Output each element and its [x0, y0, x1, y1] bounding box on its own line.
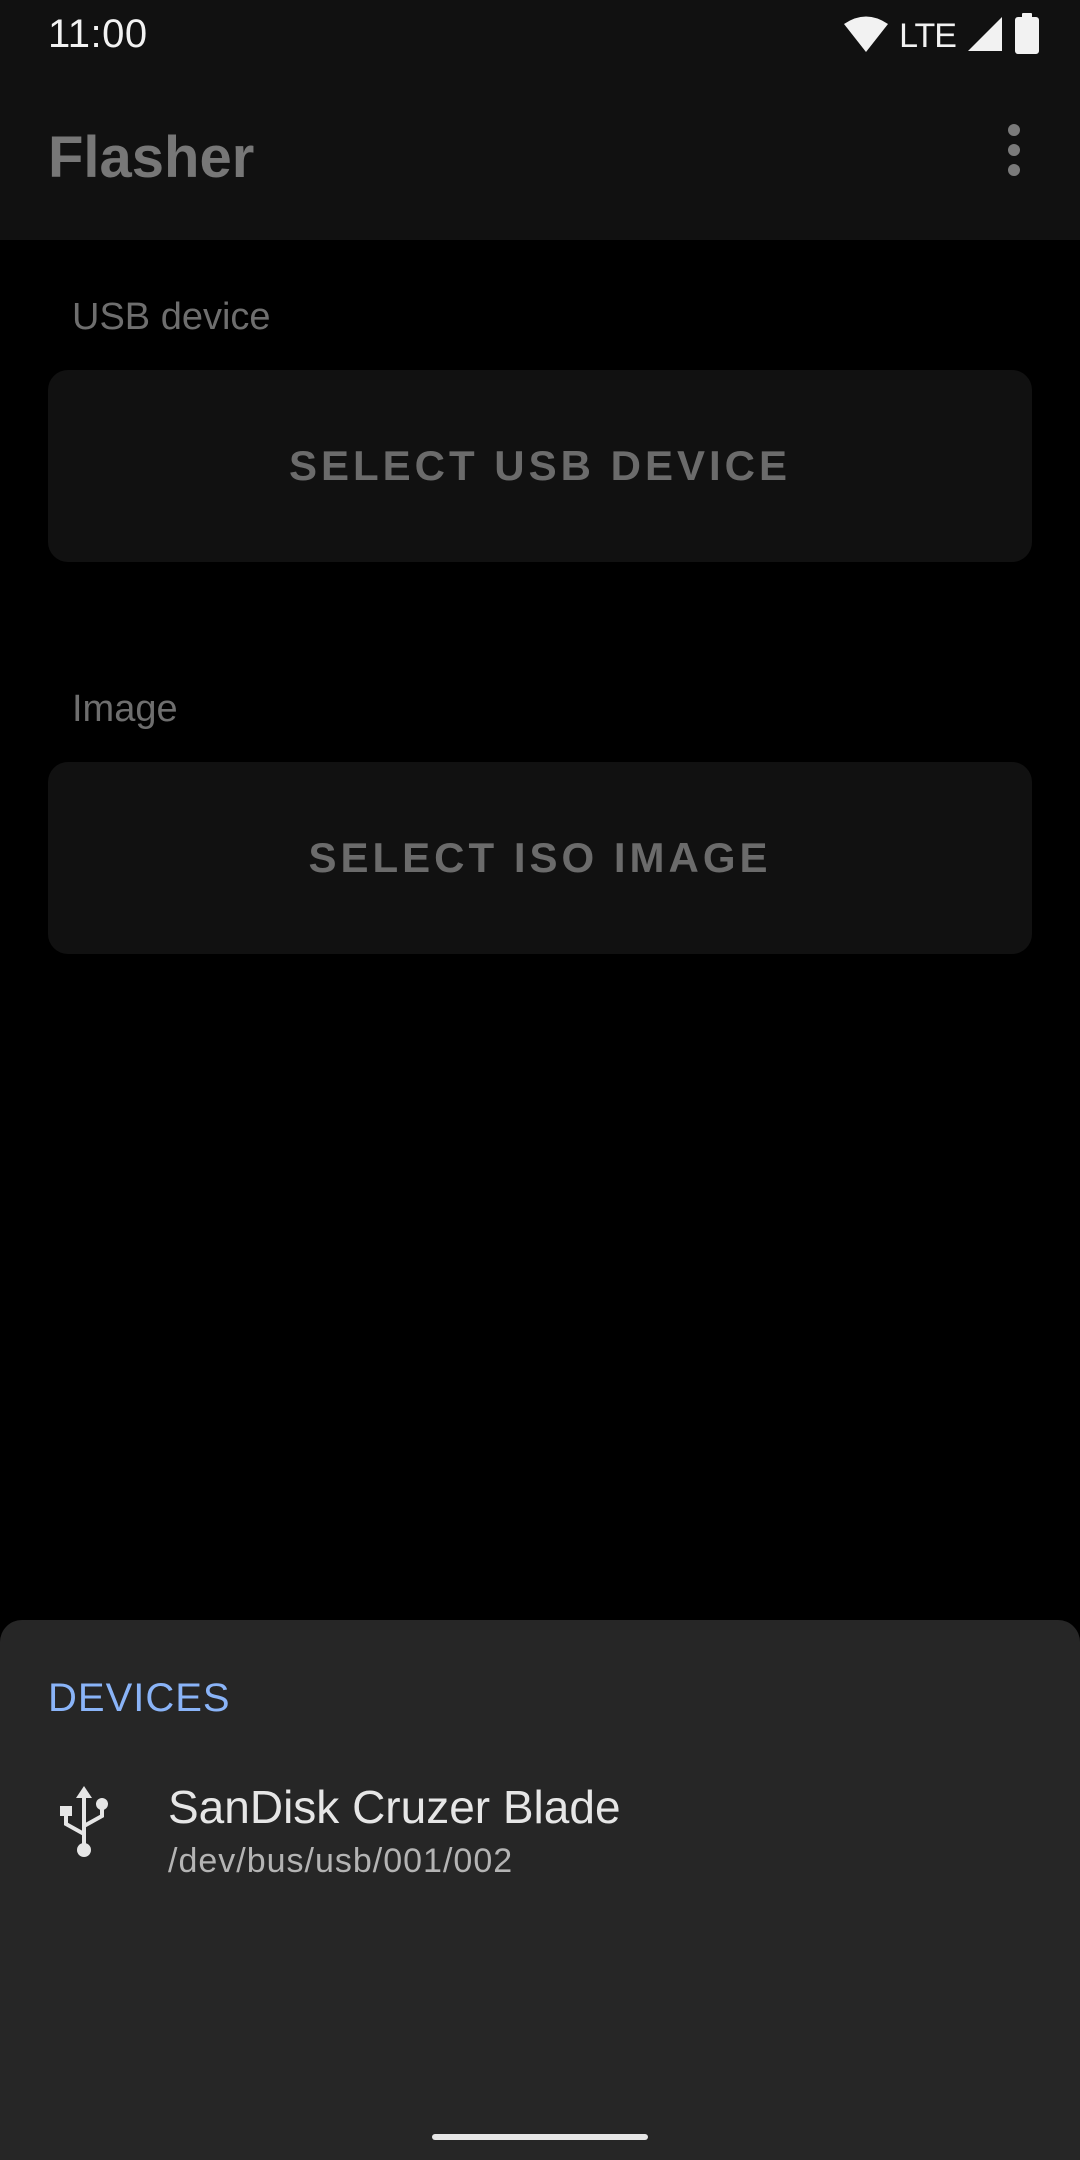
devices-bottom-sheet: DEVICES SanDisk Cruzer Blade /dev/bus/us…: [0, 1620, 1080, 2160]
usb-device-label: USB device: [72, 296, 271, 338]
select-usb-device-label: SELECT USB DEVICE: [288, 442, 792, 489]
select-iso-image-button[interactable]: SELECT ISO IMAGE: [48, 762, 1032, 954]
gesture-nav-handle[interactable]: [432, 2134, 648, 2140]
device-name: SanDisk Cruzer Blade: [168, 1781, 621, 1833]
select-usb-device-button[interactable]: SELECT USB DEVICE: [48, 370, 1032, 562]
signal-icon: [966, 15, 1004, 58]
devices-header: DEVICES: [48, 1676, 231, 1720]
battery-icon: [1014, 12, 1040, 60]
wifi-icon: [843, 15, 889, 58]
status-time: 11:00: [48, 12, 148, 56]
device-list-item[interactable]: SanDisk Cruzer Blade /dev/bus/usb/001/00…: [0, 1760, 1080, 1892]
app-title: Flasher: [48, 125, 255, 190]
more-vert-icon[interactable]: [978, 114, 1050, 186]
network-type: LTE: [899, 16, 957, 55]
usb-icon: [56, 1786, 112, 1858]
app-bar: Flasher: [0, 72, 1080, 240]
status-icons: LTE: [843, 12, 1040, 60]
device-path: /dev/bus/usb/001/002: [168, 1842, 514, 1880]
status-bar: 11:00 LTE: [0, 0, 1080, 72]
screen: 11:00 LTE Flasher USB device SELECT USB …: [0, 0, 1080, 2160]
select-iso-image-label: SELECT ISO IMAGE: [308, 834, 772, 881]
image-label: Image: [72, 688, 178, 730]
